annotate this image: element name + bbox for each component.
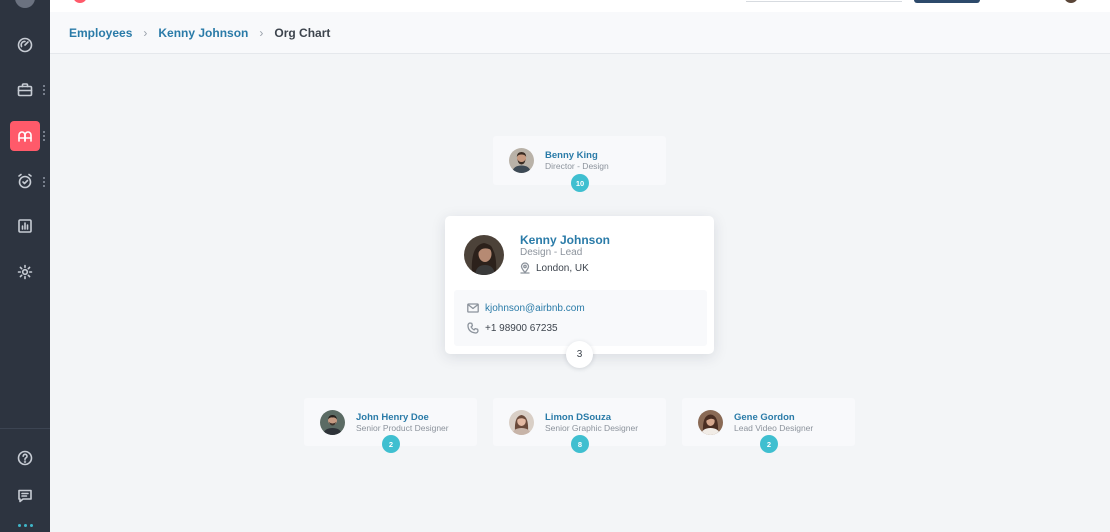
employee-phone-text: +1 98900 67235 xyxy=(485,322,558,334)
phone-icon xyxy=(467,322,479,334)
employee-email-link[interactable]: kjohnson@airbnb.com xyxy=(485,303,585,314)
sidebar-item-dashboard[interactable] xyxy=(10,30,40,60)
employee-avatar xyxy=(464,235,504,275)
report-reports-badge[interactable]: 2 xyxy=(382,435,400,453)
contact-info: kjohnson@airbnb.com +1 98900 67235 xyxy=(454,290,707,346)
sidebar xyxy=(0,0,50,532)
user-avatar[interactable] xyxy=(15,0,35,8)
sidebar-item-jobs[interactable] xyxy=(10,75,40,105)
employees-menu-handle[interactable] xyxy=(43,131,45,141)
report-name[interactable]: John Henry Doe xyxy=(356,412,429,423)
employee-location: London, UK xyxy=(519,262,589,274)
sidebar-item-settings[interactable] xyxy=(10,257,40,287)
employee-card: Kenny Johnson Design - Lead London, UK k… xyxy=(445,216,714,354)
manager-reports-badge[interactable]: 10 xyxy=(571,174,589,192)
manager-name[interactable]: Benny King xyxy=(545,150,598,161)
employee-phone: +1 98900 67235 xyxy=(467,322,558,334)
breadcrumb-separator: › xyxy=(143,26,148,40)
report-avatar xyxy=(320,410,345,435)
jobs-menu-handle[interactable] xyxy=(43,85,45,95)
messages-button[interactable] xyxy=(10,481,40,511)
attendance-menu-handle[interactable] xyxy=(43,177,45,187)
sidebar-item-employees[interactable] xyxy=(10,121,40,151)
bar-chart-icon xyxy=(18,219,32,233)
users-icon xyxy=(18,131,32,142)
report-role: Senior Graphic Designer xyxy=(545,423,639,433)
employee-email: kjohnson@airbnb.com xyxy=(467,302,585,314)
employee-name: Kenny Johnson xyxy=(520,233,611,247)
logo-icon xyxy=(73,0,87,3)
help-button[interactable] xyxy=(10,443,40,473)
report-name[interactable]: Gene Gordon xyxy=(734,412,795,423)
employee-role: Design - Lead xyxy=(520,247,583,258)
report-role: Senior Product Designer xyxy=(356,423,449,433)
gear-icon xyxy=(17,264,33,280)
help-icon xyxy=(17,450,33,466)
sidebar-divider xyxy=(0,428,50,429)
breadcrumb: Employees › Kenny Johnson › Org Chart xyxy=(69,26,330,40)
report-role: Lead Video Designer xyxy=(734,423,814,433)
breadcrumb-employee-link[interactable]: Kenny Johnson xyxy=(158,26,248,40)
alarm-clock-icon xyxy=(18,173,32,189)
report-avatar xyxy=(698,410,723,435)
top-header xyxy=(50,0,1110,12)
header-user-avatar[interactable] xyxy=(1064,0,1078,3)
mail-icon xyxy=(467,303,479,313)
message-icon xyxy=(18,489,32,503)
report-name[interactable]: Limon DSouza xyxy=(545,412,611,423)
sidebar-item-reports[interactable] xyxy=(10,211,40,241)
more-dots-icon[interactable] xyxy=(18,524,33,527)
header-search-input[interactable] xyxy=(746,0,902,2)
employee-location-text: London, UK xyxy=(536,262,589,274)
report-reports-badge[interactable]: 8 xyxy=(571,435,589,453)
breadcrumb-employees-link[interactable]: Employees xyxy=(69,26,132,40)
breadcrumb-current: Org Chart xyxy=(274,26,331,40)
sidebar-item-attendance[interactable] xyxy=(10,166,40,196)
report-reports-badge[interactable]: 2 xyxy=(760,435,778,453)
breadcrumb-bar: Employees › Kenny Johnson › Org Chart xyxy=(50,12,1110,54)
manager-avatar xyxy=(509,148,534,173)
manager-role: Director - Design xyxy=(545,161,609,171)
briefcase-icon xyxy=(17,83,33,97)
location-pin-icon xyxy=(520,262,530,274)
report-avatar xyxy=(509,410,534,435)
header-action-button[interactable] xyxy=(914,0,980,3)
breadcrumb-separator: › xyxy=(259,26,264,40)
direct-reports-toggle[interactable]: 3 xyxy=(566,341,593,368)
gauge-icon xyxy=(17,37,33,53)
